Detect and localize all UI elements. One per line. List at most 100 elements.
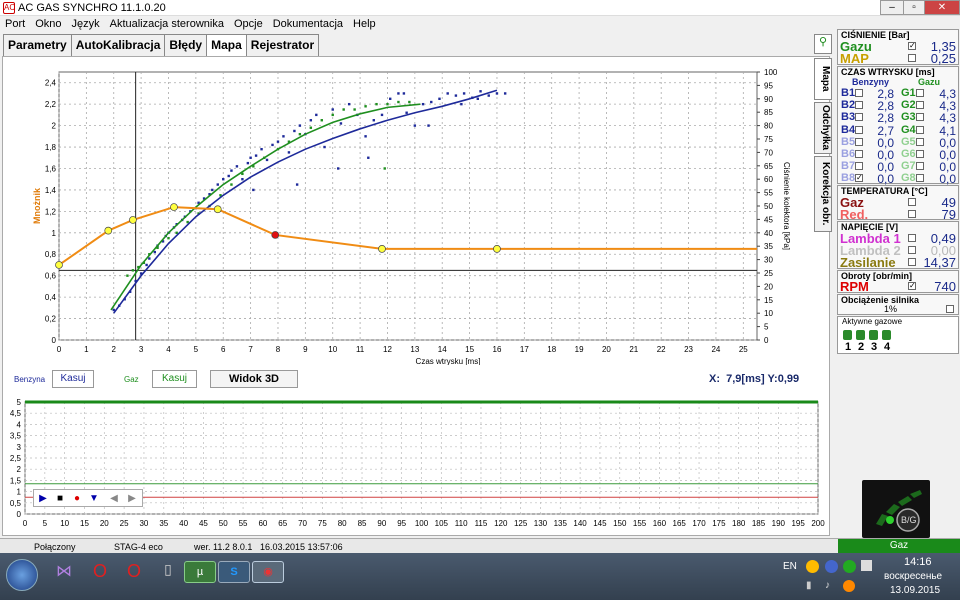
benzyna-point [323,145,326,149]
injector-b-checkbox[interactable]: ✓ [855,174,863,183]
clock-time[interactable]: 14:16 [904,556,932,568]
network-icon[interactable]: ▮ [806,580,818,592]
opera-tray-icon[interactable] [843,580,855,592]
benzyna-point [438,97,441,100]
vtab-korekcja[interactable]: Korekcja obr. [814,156,832,232]
benzyna-point [271,143,274,147]
close-button[interactable]: ✕ [924,0,960,15]
connection-status: Połączony [34,542,76,552]
tab-parametry[interactable]: Parametry [3,34,72,56]
lambda2-checkbox[interactable] [908,246,916,254]
gaz-temp-checkbox[interactable] [908,198,916,206]
tab-rejestrator[interactable]: Rejestrator [245,34,320,56]
injector-g-checkbox[interactable] [916,137,924,146]
play-icon[interactable]: ▶ [37,492,49,506]
tab-autokalibracja[interactable]: AutoKalibracja [70,34,166,56]
prev-icon[interactable]: ◀ [108,492,120,506]
widok-3d-button[interactable]: Widok 3D [210,370,298,388]
menu-opcje[interactable]: Opcje [229,16,268,30]
utorrent-tray-icon[interactable] [843,560,856,573]
vtab-odchylka[interactable]: Odchyłka [814,102,832,154]
injector-b-checkbox[interactable] [855,137,863,146]
injection-map-chart[interactable]: 0 1 2 3 4 5 6 7 8 9 10 11 12 13 14 15 16 17 18 19 20 21 22 23 24… [0,60,812,365]
signal-x-tick-label: 5 [43,519,48,528]
signal-x-tick-label: 105 [435,519,449,528]
injector-b-checkbox[interactable] [855,89,863,97]
minimize-button[interactable]: – [880,0,904,15]
y-tick-label: 1,2 [45,207,57,216]
injector-g-label: G4 [901,123,916,136]
menu-help[interactable]: Help [348,16,381,30]
notification-icon[interactable] [861,560,872,571]
document-icon[interactable]: ▯ [152,561,184,583]
benzyna-point [454,94,458,97]
menu-dokumentacja[interactable]: Dokumentacja [268,16,348,30]
status-datetime: 16.03.2015 13:57:06 [260,542,343,552]
bg-label: B/G [901,515,917,525]
menu-port[interactable]: Port [0,16,30,30]
ac-gas-icon[interactable]: ◉ [252,561,284,583]
benzyna-point [145,263,148,267]
menu-okno[interactable]: Okno [30,16,66,30]
tab-mapa[interactable]: Mapa [206,34,247,56]
record-icon[interactable]: ● [71,492,83,506]
visual-studio-icon[interactable]: ⋈ [48,561,80,583]
benzyna-kasuj-button[interactable]: Kasuj [52,370,94,388]
injector-g-checkbox[interactable] [916,89,924,97]
injector-g-checkbox[interactable] [916,150,924,158]
injector-g-checkbox[interactable] [916,101,924,110]
lambda1-checkbox[interactable] [908,234,916,242]
signal-x-tick-label: 30 [139,519,148,528]
signal-y-tick-label: 0,5 [10,499,22,508]
volume-icon[interactable]: ♪ [825,580,837,592]
y2-tick-label: 35 [764,242,773,251]
skype-tray-icon[interactable] [825,560,838,573]
injector-b-label: B7 [841,160,856,173]
injector-b-label: B2 [841,99,856,112]
y-tick-label: 2,4 [45,79,57,88]
skype-icon[interactable]: S [218,561,250,583]
marker-icon[interactable]: ▼ [88,492,100,506]
signal-y-tick-label: 3 [17,443,22,452]
injector-b-checkbox[interactable] [855,113,863,122]
signal-x-tick-label: 125 [514,519,528,528]
obciazenie-checkbox[interactable] [946,305,954,313]
injector-b-checkbox[interactable] [855,125,863,134]
rpm-checkbox[interactable]: ✓ [908,282,916,290]
y2-axis-label: Ciśnienie kolektora [kPa] [782,162,791,250]
opera-icon[interactable]: O [84,561,116,583]
vtab-mapa[interactable]: Mapa [814,58,832,100]
injector-g-checkbox[interactable] [916,125,924,134]
chrome-tray-icon[interactable] [806,560,819,573]
start-button[interactable] [6,559,38,591]
injector-g-checkbox[interactable] [916,162,924,171]
injector-b-checkbox[interactable] [855,162,863,171]
injector-g-checkbox[interactable] [916,113,924,122]
multiplier-point [55,261,63,269]
gaz-kasuj-button[interactable]: Kasuj [152,370,197,388]
menu-jezyk[interactable]: Język [66,16,104,30]
stop-icon[interactable]: ■ [54,492,66,506]
benzyna-point [252,188,255,192]
red-temp-checkbox[interactable] [908,210,916,218]
map-checkbox[interactable] [908,54,916,62]
zasilanie-checkbox[interactable] [908,258,916,266]
menu-aktualizacja[interactable]: Aktualizacja sterownika [105,16,229,30]
obciazenie-header: Obciążenie silnika [841,295,920,305]
benzyna-point [227,174,230,178]
injector-g-checkbox[interactable] [916,174,924,183]
bg-switch-panel[interactable]: B/G [862,480,930,538]
gazu-checkbox[interactable]: ✓ [908,42,916,50]
maximize-button[interactable]: ▫ [903,0,925,15]
pin-icon[interactable]: ⚲ [814,34,832,54]
y2-tick-label: 40 [764,229,773,238]
injector-b-label: B4 [841,123,856,136]
injector-b-checkbox[interactable] [855,101,863,110]
next-icon[interactable]: ▶ [126,492,138,506]
utorrent-icon[interactable]: µ [184,561,216,583]
injector-b-checkbox[interactable] [855,150,863,158]
x-axis-label: Czas wtrysku [ms] [416,357,481,365]
language-indicator[interactable]: EN [783,561,797,572]
tab-bledy[interactable]: Błędy [164,34,208,56]
opera-2-icon[interactable]: O [118,561,150,583]
